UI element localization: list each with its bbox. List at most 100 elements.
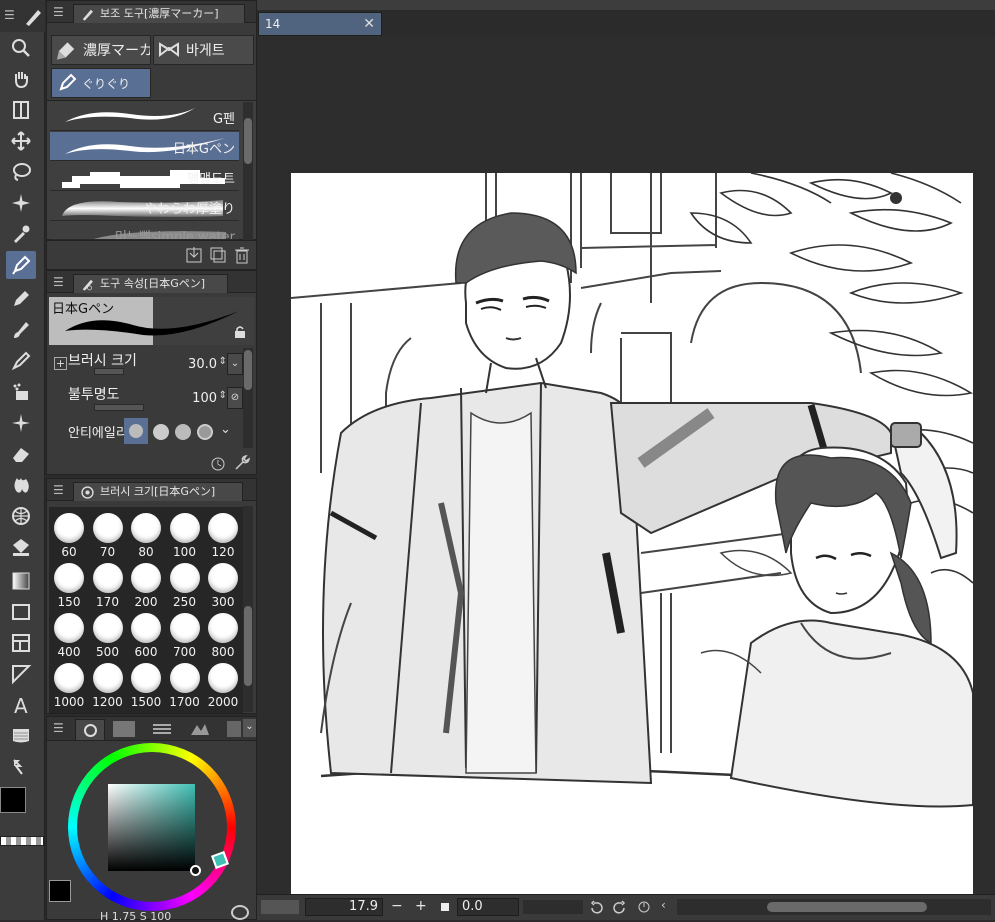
brush-g-pen[interactable]: G펜 [50, 102, 239, 131]
brush-size-preset[interactable]: 80 [127, 509, 165, 559]
zoom-out-button[interactable]: − [391, 898, 403, 914]
panel-menu-icon[interactable]: ☰ [53, 721, 64, 735]
color-picker-handle[interactable] [190, 865, 201, 876]
gradient-tool-icon[interactable] [6, 567, 36, 595]
opacity-value[interactable]: 100 [192, 391, 217, 406]
brush-size-preset[interactable]: 170 [89, 559, 127, 609]
frame-tool-icon[interactable] [6, 629, 36, 657]
brush-size-preset[interactable]: 1200 [89, 659, 127, 709]
lasso-tool-icon[interactable] [6, 158, 36, 186]
spin-icon[interactable]: ⇕ [219, 390, 227, 401]
pen-tool-icon[interactable] [6, 251, 36, 279]
dropdown-icon[interactable]: ⌄ [220, 422, 231, 437]
antialias-mid-option[interactable] [175, 424, 191, 440]
brush-size-preset[interactable]: 2000 [204, 659, 242, 709]
intermediate-color-tab[interactable] [189, 721, 211, 737]
sparkle-tool-icon[interactable] [6, 409, 36, 437]
tab-guriguri[interactable]: ぐりぐり [51, 68, 151, 98]
brush-size-preset[interactable]: 200 [127, 559, 165, 609]
balloon-tool-icon[interactable] [6, 722, 36, 750]
brush-size-preset[interactable]: 700 [166, 609, 204, 659]
brush-tool-icon[interactable] [6, 316, 36, 344]
brush-size-scrollbar[interactable] [243, 506, 253, 712]
tab-marker[interactable]: 濃厚マーカ [51, 35, 151, 65]
decoration-tool-icon[interactable] [6, 378, 36, 406]
brush-size-preset[interactable]: 60 [50, 509, 88, 559]
color-tabs-dropdown[interactable]: ⌄ [243, 719, 256, 737]
brush-size-preset[interactable]: 1700 [166, 659, 204, 709]
pencil-tool-icon[interactable] [6, 285, 36, 313]
panel-menu-icon[interactable]: ☰ [53, 5, 64, 19]
brush-size-tab[interactable]: 브러시 크기[日本Gペン] [73, 482, 243, 501]
panel-menu-icon[interactable]: ☰ [53, 275, 64, 289]
scroll-left-icon[interactable]: ‹ [661, 898, 666, 912]
rotation-value[interactable]: 0.0 [457, 898, 519, 916]
play-icon[interactable] [231, 905, 249, 920]
fit-icon[interactable] [441, 903, 449, 911]
color-wheel-tab[interactable] [75, 719, 105, 741]
antialias-strong-option[interactable] [197, 424, 213, 440]
rotate-left-icon[interactable] [589, 900, 603, 914]
brush-simple-water[interactable]: 머느뻘simple water [50, 222, 239, 240]
zoom-tool-icon[interactable] [6, 34, 36, 62]
close-icon[interactable]: ✕ [363, 13, 375, 35]
color-set-tab[interactable] [113, 721, 135, 737]
rotate-right-icon[interactable] [613, 900, 627, 914]
tab-baguette[interactable]: 바게트 [153, 35, 254, 65]
approx-color-tab[interactable] [227, 721, 241, 737]
brush-size-preset[interactable]: 500 [89, 609, 127, 659]
expand-icon[interactable]: + [54, 357, 67, 370]
operation-tool-icon[interactable] [6, 96, 36, 124]
magic-wand-icon[interactable] [6, 189, 36, 217]
panel-menu-icon[interactable]: ☰ [53, 483, 64, 497]
brush-size-preset[interactable]: 120 [204, 509, 242, 559]
antialias-none-option[interactable] [124, 418, 148, 444]
color-slider-tab[interactable] [151, 721, 173, 737]
lock-icon[interactable] [233, 325, 247, 339]
text-tool-icon[interactable]: A [6, 691, 36, 719]
tool-property-scrollbar[interactable] [243, 348, 253, 448]
brush-nihon-g-pen[interactable]: 日本Gペン [50, 132, 239, 161]
canvas-artwork[interactable] [291, 173, 973, 895]
import-icon[interactable] [185, 246, 203, 264]
brush-size-preset[interactable]: 400 [50, 609, 88, 659]
brush-size-preset[interactable]: 600 [127, 609, 165, 659]
brush-size-preset[interactable]: 800 [204, 609, 242, 659]
horizontal-scrollbar[interactable] [677, 899, 991, 915]
opacity-slider[interactable] [94, 404, 144, 411]
correct-line-tool-icon[interactable] [6, 753, 36, 781]
saturation-value-square[interactable] [108, 784, 195, 871]
wrench-icon[interactable] [233, 454, 251, 472]
move-tool-icon[interactable] [6, 127, 36, 155]
opacity-toggle-icon[interactable]: ⊘ [227, 387, 243, 409]
sub-tool-tab[interactable]: 보조 도구[濃厚マーカー] [73, 4, 245, 23]
brush-size-value[interactable]: 30.0 [188, 357, 217, 372]
brush-size-preset[interactable]: 300 [204, 559, 242, 609]
figure-tool-icon[interactable] [6, 502, 36, 530]
brush-size-preset[interactable]: 70 [89, 509, 127, 559]
fill-tool-icon[interactable] [6, 533, 36, 561]
hand-tool-icon[interactable] [6, 65, 36, 93]
rectangle-tool-icon[interactable] [6, 598, 36, 626]
menu-icon[interactable]: ☰ [4, 8, 15, 22]
brush-size-preset[interactable]: 150 [50, 559, 88, 609]
main-color-swatch[interactable] [0, 787, 26, 813]
zoom-value[interactable]: 17.9 [305, 898, 383, 916]
main-color-mini-swatch[interactable] [49, 880, 71, 902]
trash-icon[interactable] [233, 246, 251, 264]
navigator-thumb[interactable] [261, 900, 299, 914]
brush-size-preset[interactable]: 250 [166, 559, 204, 609]
blend-tool-icon[interactable] [6, 471, 36, 499]
antialias-weak-option[interactable] [153, 424, 169, 440]
reset-icon[interactable] [209, 454, 227, 472]
brush-list-scrollbar[interactable] [243, 102, 253, 240]
brush-size-preset[interactable]: 100 [166, 509, 204, 559]
pressure-icon[interactable]: ⌄ [227, 353, 243, 375]
eraser-tool-icon[interactable] [6, 440, 36, 468]
brush-yawaraka[interactable]: やわらわ厚塗り [50, 192, 239, 221]
brush-size-preset[interactable]: 1500 [127, 659, 165, 709]
brush-size-slider[interactable] [94, 368, 124, 375]
duplicate-icon[interactable] [209, 246, 227, 264]
rotation-slider[interactable] [523, 900, 583, 914]
brush-size-preset[interactable]: 1000 [50, 659, 88, 709]
